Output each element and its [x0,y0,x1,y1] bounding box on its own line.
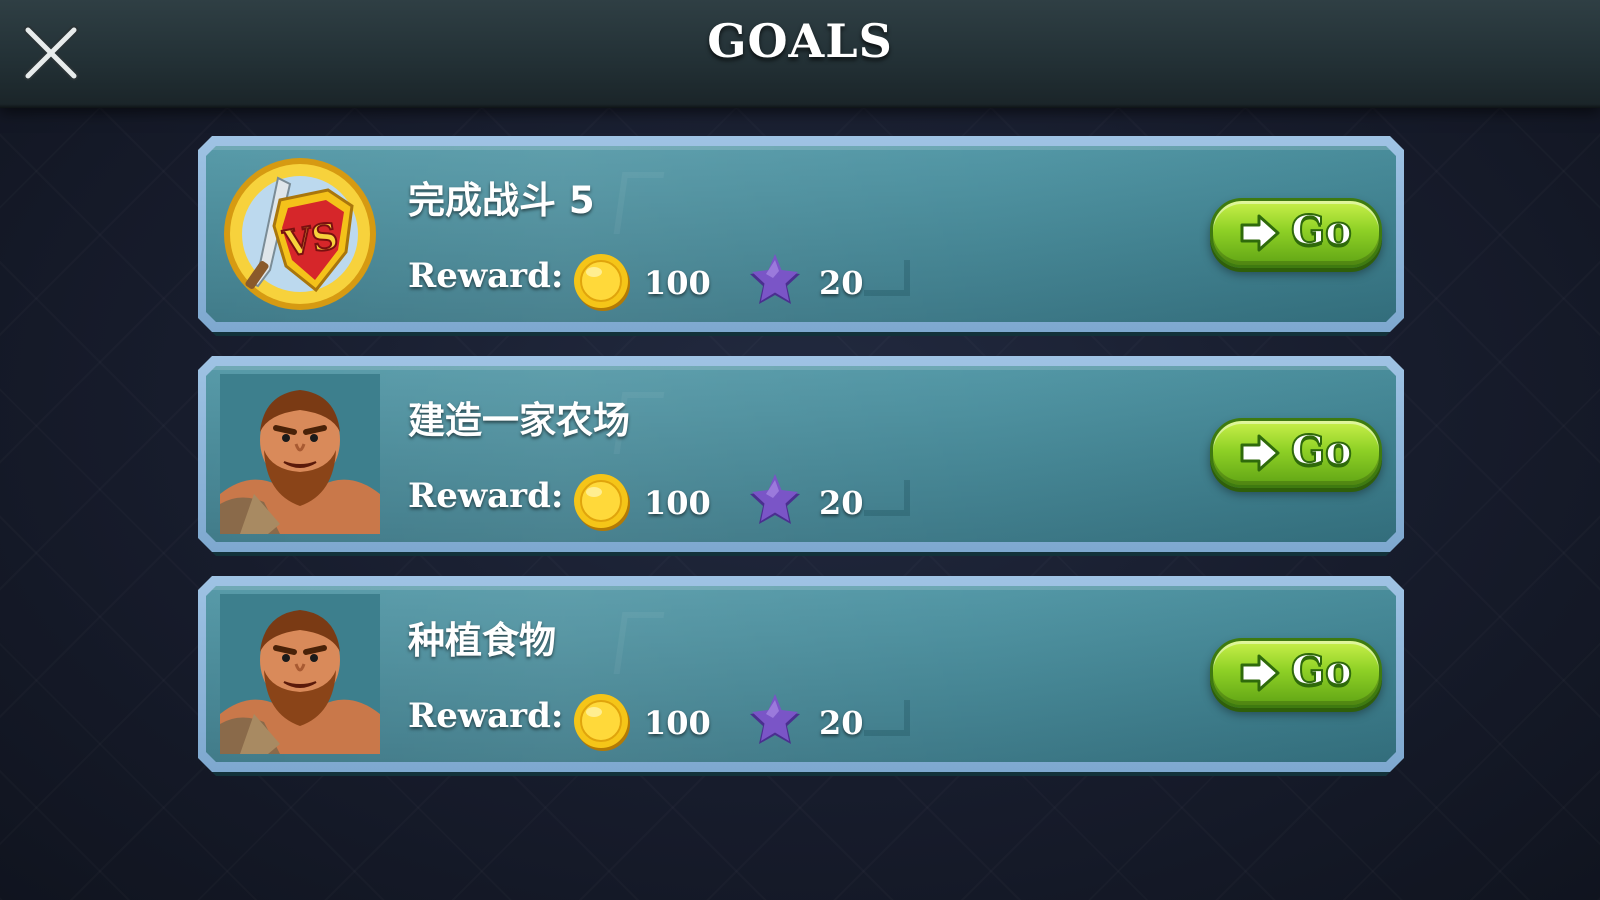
caveman-avatar-icon [220,374,380,534]
reward-label: Reward: [408,256,564,296]
battle-vs-shield-icon: VS [224,158,376,310]
coin-reward-value: 100 [644,264,711,302]
go-button[interactable]: Go [1210,638,1382,708]
card-decoration [864,260,910,296]
go-button-label: Go [1290,426,1353,475]
goal-card: 种植食物 Reward: 100 20 Go [198,576,1404,772]
goal-title: 建造一家农场 [408,399,630,442]
gold-coin-icon [574,694,630,751]
goals-list: VS 完成战斗 5 Reward: 100 20 Go 建造一家农场 Rewar… [0,0,1600,900]
reward-label: Reward: [408,476,564,516]
reward-label: Reward: [408,696,564,736]
purple-star-icon [750,474,800,524]
goal-title: 完成战斗 5 [408,179,595,222]
coin-reward-value: 100 [644,704,711,742]
purple-star-icon [750,254,800,304]
goal-card: VS 完成战斗 5 Reward: 100 20 Go [198,136,1404,332]
coin-reward-value: 100 [644,484,711,522]
card-decoration [613,172,665,234]
card-decoration [864,480,910,516]
star-reward-value: 20 [819,484,864,522]
arrow-right-icon [1240,434,1280,472]
goal-title: 种植食物 [408,619,556,662]
card-decoration [613,612,665,674]
gold-coin-icon [574,254,630,311]
gold-coin-icon [574,474,630,531]
go-button[interactable]: Go [1210,198,1382,268]
go-button-label: Go [1290,206,1353,255]
card-decoration [864,700,910,736]
purple-star-icon [750,694,800,744]
arrow-right-icon [1240,654,1280,692]
caveman-avatar-icon [220,594,380,754]
goal-card: 建造一家农场 Reward: 100 20 Go [198,356,1404,552]
arrow-right-icon [1240,214,1280,252]
star-reward-value: 20 [819,264,864,302]
star-reward-value: 20 [819,704,864,742]
go-button-label: Go [1290,646,1353,695]
go-button[interactable]: Go [1210,418,1382,488]
